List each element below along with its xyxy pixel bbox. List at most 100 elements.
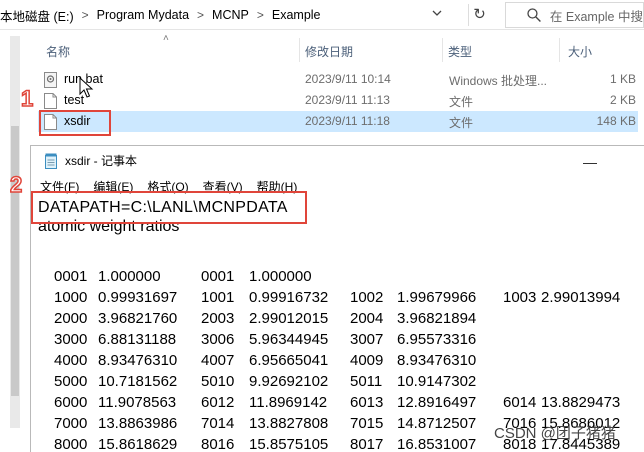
atomic-weight-ratio: 1.000000: [98, 268, 161, 285]
breadcrumb-example[interactable]: Example: [272, 8, 321, 22]
isotope-id: 5010: [201, 373, 235, 390]
isotope-id: 7014: [201, 415, 235, 432]
search-input[interactable]: 在 Example 中搜: [505, 2, 644, 28]
mouse-cursor-icon: [79, 77, 94, 98]
file-icon: [44, 93, 57, 109]
file-size: 2 KB: [609, 93, 636, 107]
isotope-id: 1001: [201, 289, 235, 306]
breadcrumb-program-mydata[interactable]: Program Mydata: [97, 8, 189, 22]
atomic-weight-ratio: 10.9147302: [397, 373, 477, 390]
isotope-id: 2003: [201, 310, 235, 327]
isotope-id: 2000: [54, 310, 88, 327]
highlight-box-xsdir: [39, 110, 111, 136]
atomic-weight-ratio: 5.96344945: [249, 331, 329, 348]
atomic-weight-ratio: 8.93476310: [98, 352, 178, 369]
column-header-name[interactable]: 名称: [46, 43, 70, 60]
atomic-weight-ratio: 15.8618629: [98, 436, 178, 452]
isotope-id: 1002: [350, 289, 384, 306]
isotope-id: 3000: [54, 331, 88, 348]
isotope-id: 7015: [350, 415, 384, 432]
atomic-weight-ratio: 1.99679966: [397, 289, 477, 306]
column-divider[interactable]: [559, 38, 560, 62]
isotope-id: 6013: [350, 394, 384, 411]
atomic-weight-ratio: 11.9078563: [98, 394, 177, 411]
file-date: 2023/9/11 11:13: [305, 93, 390, 107]
minimize-icon[interactable]: —: [583, 154, 597, 170]
file-type: 文件: [449, 116, 474, 130]
atomic-weight-ratio: 0.99931697: [98, 289, 178, 306]
batch-file-icon: [44, 72, 57, 88]
vertical-scrollbar[interactable]: [10, 36, 20, 428]
atomic-weight-ratio: 13.8863986: [98, 415, 178, 432]
search-icon: [527, 8, 541, 22]
isotope-id: 1003: [503, 289, 537, 306]
column-header-date[interactable]: 修改日期: [305, 43, 353, 60]
atomic-weight-ratio: 11.8969142: [249, 394, 328, 411]
address-bar[interactable]: 本地磁盘 (E:) > Program Mydata > MCNP > Exam…: [0, 2, 462, 28]
breadcrumb-drive[interactable]: 本地磁盘 (E:): [0, 6, 74, 25]
address-bar-area: 本地磁盘 (E:) > Program Mydata > MCNP > Exam…: [0, 0, 644, 30]
breadcrumb-separator-icon: >: [197, 8, 205, 22]
file-type: Windows 批处理...: [449, 74, 548, 88]
file-type: 文件: [449, 95, 474, 109]
isotope-id: 4007: [201, 352, 235, 369]
isotope-id: 4000: [54, 352, 88, 369]
isotope-id: 6012: [201, 394, 235, 411]
notepad-text-area[interactable]: DATAPATH=C:\LANL\MCNPDATA atomic weight …: [31, 197, 644, 452]
isotope-id: 8000: [54, 436, 88, 452]
isotope-id: 8016: [201, 436, 235, 452]
scrollbar-thumb[interactable]: [11, 126, 19, 396]
isotope-id: 1000: [54, 289, 88, 306]
atomic-weight-ratio: 6.95573316: [397, 331, 477, 348]
atomic-weight-ratio: 12.8916497: [397, 394, 477, 411]
sort-ascending-icon: ˄: [163, 33, 169, 44]
atomic-weight-ratio: 6.95665041: [249, 352, 329, 369]
atomic-weight-ratio: 1.000000: [249, 268, 312, 285]
column-divider[interactable]: [299, 38, 300, 62]
isotope-id: 8017: [350, 436, 384, 452]
search-placeholder: 在 Example 中搜: [549, 9, 643, 24]
isotope-id: 7000: [54, 415, 88, 432]
address-dropdown-icon[interactable]: [430, 7, 444, 19]
isotope-id: 5011: [350, 373, 383, 390]
file-row-test[interactable]: test 2023/9/11 11:13 文件 2 KB: [38, 90, 638, 111]
atomic-weight-ratio: 14.8712507: [397, 415, 477, 432]
notepad-icon: [45, 153, 57, 169]
column-divider[interactable]: [442, 38, 443, 62]
annotation-number-1: 1: [20, 85, 34, 112]
breadcrumb-mcnp[interactable]: MCNP: [212, 8, 249, 22]
csdn-watermark: CSDN @团子猪猪: [494, 425, 616, 442]
atomic-weight-ratio: 15.8575105: [249, 436, 329, 452]
isotope-id: 0001: [54, 268, 88, 285]
breadcrumb-separator-icon: >: [81, 8, 89, 22]
atomic-weight-ratio: 16.8531007: [397, 436, 477, 452]
file-size: 148 KB: [596, 114, 636, 128]
isotope-id: 6014: [503, 394, 537, 411]
breadcrumb-separator-icon: >: [256, 8, 264, 22]
column-header-type[interactable]: 类型: [448, 43, 472, 60]
file-row-xsdir[interactable]: xsdir 2023/9/11 11:18 文件 148 KB: [38, 111, 638, 132]
isotope-id: 5000: [54, 373, 88, 390]
isotope-id: 2004: [350, 310, 384, 327]
file-size: 1 KB: [609, 72, 636, 86]
atomic-weight-ratio: 3.96821894: [397, 310, 477, 327]
atomic-weight-ratio: 13.8829473: [541, 394, 621, 411]
isotope-id: 4009: [350, 352, 384, 369]
file-date: 2023/9/11 10:14: [305, 72, 391, 86]
file-date: 2023/9/11 11:18: [305, 114, 390, 128]
atomic-weight-ratio: 13.8827808: [249, 415, 329, 432]
atomic-weight-ratio: 0.99916732: [249, 289, 329, 306]
column-header-size[interactable]: 大小: [568, 43, 592, 60]
isotope-id: 3006: [201, 331, 235, 348]
notepad-title-bar[interactable]: xsdir - 记事本 —: [31, 146, 644, 175]
isotope-id: 0001: [201, 268, 235, 285]
atomic-weight-ratio: 2.99012015: [249, 310, 329, 327]
isotope-id: 3007: [350, 331, 384, 348]
highlight-box-datapath: [31, 191, 307, 224]
atomic-weight-ratio: 9.92692102: [249, 373, 329, 390]
atomic-weight-ratio: 6.88131188: [98, 331, 177, 348]
file-row-run-bat[interactable]: run.bat 2023/9/11 10:14 Windows 批处理... 1…: [38, 69, 638, 90]
atomic-weight-ratio: 2.99013994: [541, 289, 621, 306]
atomic-weight-ratio: 8.93476310: [397, 352, 477, 369]
refresh-icon[interactable]: ↻: [468, 4, 490, 26]
